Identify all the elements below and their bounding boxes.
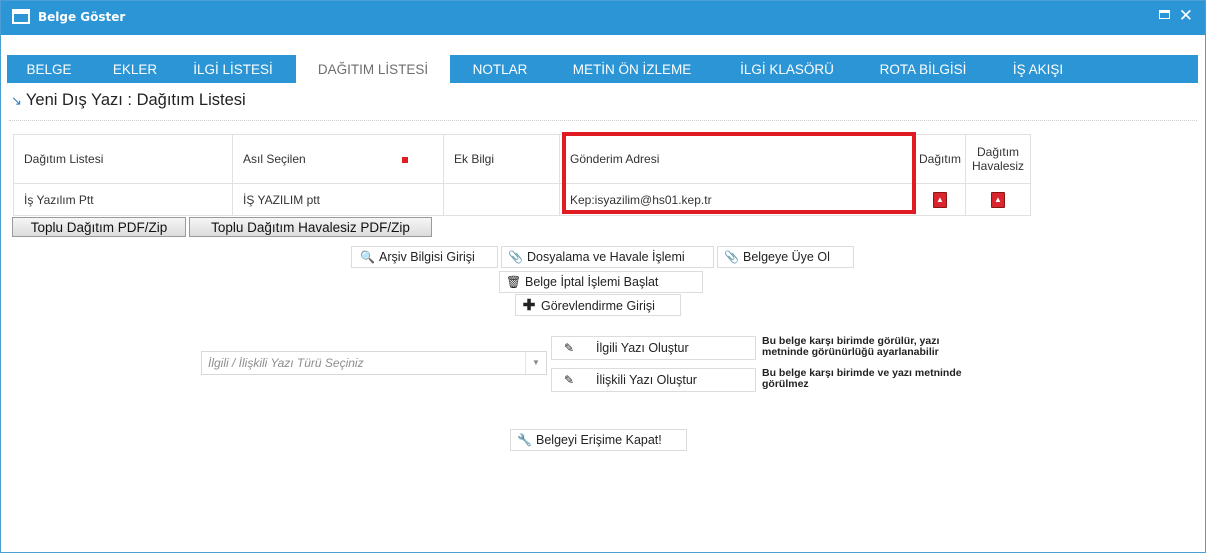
required-marker [401, 156, 408, 163]
tab-ilgi-klasoru[interactable]: İLGİ KLASÖRÜ [728, 55, 846, 83]
yazi-turu-placeholder: İlgili / İlişkili Yazı Türü Seçiniz [208, 356, 364, 370]
highlight-box [562, 132, 916, 214]
yazi-turu-select[interactable]: İlgili / İlişkili Yazı Türü Seçiniz ▼ [201, 351, 547, 375]
pencil-icon: ✎ [563, 373, 575, 387]
ilgili-yazi-note: Bu belge karşı birimde görülür, yazı met… [762, 335, 940, 358]
arsiv-bilgisi-label: Arşiv Bilgisi Girişi [379, 250, 475, 264]
toplu-dagitim-pdf-button[interactable]: Toplu Dağıtım PDF/Zip [12, 217, 186, 237]
tab-bar: BELGE EKLER İLGİ LİSTESİ DAĞITIM LİSTESİ… [7, 55, 1198, 83]
cell-ek-bilgi [443, 183, 560, 216]
col-header-dagitim: Dağıtım [913, 134, 967, 184]
col-header-label: Asıl Seçilen [243, 152, 306, 166]
paperclip-icon: 📎 [508, 250, 523, 264]
ilgili-yazi-label: İlgili Yazı Oluştur [596, 341, 689, 355]
tab-rota-bilgisi[interactable]: ROTA BİLGİSİ [867, 55, 979, 83]
page-title-text: Yeni Dış Yazı : Dağıtım Listesi [25, 91, 246, 109]
close-icon[interactable]: ✕ [1179, 6, 1193, 26]
wrench-icon: 🔧 [517, 433, 532, 447]
arrow-icon: ↘ [11, 93, 22, 108]
belge-iptal-label: Belge İptal İşlemi Başlat [525, 275, 659, 289]
cell-asil-secilen: İŞ YAZILIM ptt [232, 183, 444, 216]
tab-metin-on-izleme[interactable]: METİN ÖN İZLEME [558, 55, 706, 83]
iliskili-yazi-button[interactable]: ✎ İlişkili Yazı Oluştur [551, 368, 756, 392]
gorevlendirme-button[interactable]: ✚ Görevlendirme Girişi [515, 294, 681, 316]
tab-notlar[interactable]: NOTLAR [465, 55, 535, 83]
maximize-icon[interactable] [1159, 10, 1170, 19]
page-title: ↘ Yeni Dış Yazı : Dağıtım Listesi [11, 91, 246, 110]
toplu-dagitim-havalesiz-button[interactable]: Toplu Dağıtım Havalesiz PDF/Zip [189, 217, 432, 237]
pencil-icon: ✎ [563, 341, 575, 355]
plus-icon: ✚ [522, 297, 536, 314]
gorevlendirme-label: Görevlendirme Girişi [541, 299, 655, 313]
col-header-dagitim-havalesiz: Dağıtım Havalesiz [965, 134, 1032, 184]
pdf-icon[interactable]: ▲ [991, 192, 1006, 208]
chevron-down-icon[interactable]: ▼ [525, 352, 546, 374]
belgeye-uye-ol-button[interactable]: 📎 Belgeye Üye Ol [717, 246, 854, 268]
divider [9, 120, 1197, 121]
iliskili-yazi-label: İlişkili Yazı Oluştur [596, 373, 697, 387]
iliskili-yazi-note: Bu belge karşı birimde ve yazı metninde … [762, 367, 962, 390]
window-title: Belge Göster [38, 10, 126, 24]
arsiv-bilgisi-button[interactable]: 🔍 Arşiv Bilgisi Girişi [351, 246, 498, 268]
window-icon [12, 9, 30, 24]
dosyalama-havale-button[interactable]: 📎 Dosyalama ve Havale İşlemi [501, 246, 714, 268]
belge-iptal-button[interactable]: 🗑 Belge İptal İşlemi Başlat [499, 271, 703, 293]
cell-dagitim: ▲ [913, 183, 967, 216]
dosyalama-havale-label: Dosyalama ve Havale İşlemi [527, 250, 685, 264]
window: Belge Göster ✕ BELGE EKLER İLGİ LİSTESİ … [0, 0, 1206, 553]
cell-dagitim-havalesiz: ▲ [965, 183, 1032, 216]
tab-ekler[interactable]: EKLER [107, 55, 163, 83]
col-header-dagitim-listesi: Dağıtım Listesi [13, 134, 233, 184]
search-icon: 🔍 [360, 250, 375, 264]
col-header-asil-secilen: Asıl Seçilen [232, 134, 444, 184]
col-header-ek-bilgi: Ek Bilgi [443, 134, 560, 184]
tab-dagitim-listesi[interactable]: DAĞITIM LİSTESİ [296, 55, 450, 83]
tab-ilgi-listesi[interactable]: İLGİ LİSTESİ [187, 55, 279, 83]
erisime-kapat-label: Belgeyi Erişime Kapat! [536, 433, 662, 447]
title-bar: Belge Göster ✕ [1, 1, 1205, 35]
trash-icon: 🗑 [506, 275, 522, 289]
ilgili-yazi-button[interactable]: ✎ İlgili Yazı Oluştur [551, 336, 756, 360]
tab-belge[interactable]: BELGE [25, 55, 73, 83]
erisime-kapat-button[interactable]: 🔧 Belgeyi Erişime Kapat! [510, 429, 687, 451]
pdf-icon[interactable]: ▲ [933, 192, 947, 208]
belgeye-uye-ol-label: Belgeye Üye Ol [743, 250, 830, 264]
paperclip-icon: 📎 [724, 250, 739, 264]
tab-is-akisi[interactable]: İŞ AKIŞI [1000, 55, 1076, 83]
cell-dagitim-listesi: İş Yazılım Ptt [13, 183, 233, 216]
